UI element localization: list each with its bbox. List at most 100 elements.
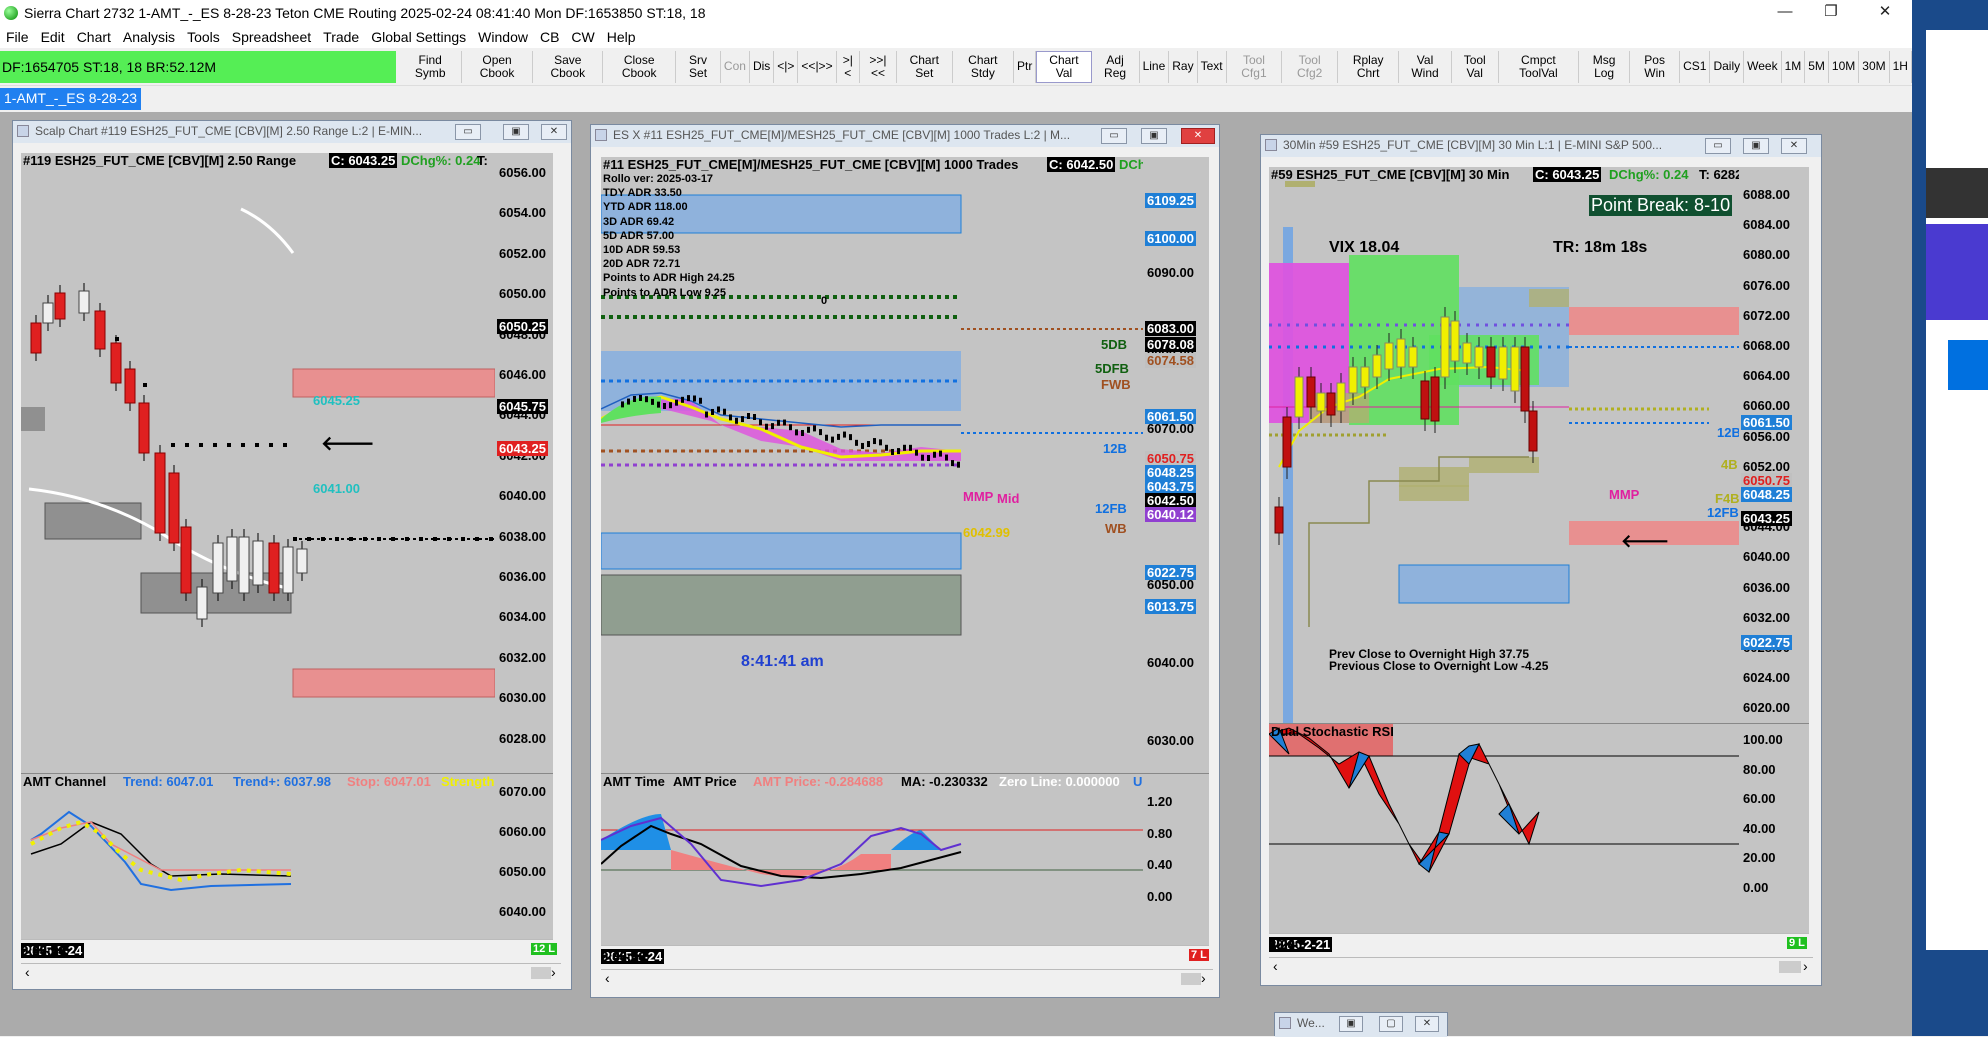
restore-icon[interactable]: ▣ [1141,128,1167,144]
close-chartbook-button[interactable]: Close Cbook [603,50,677,83]
menu-edit[interactable]: Edit [35,29,71,45]
price-scale[interactable]: 6090.006080.006070.006060.006050.006040.… [1143,157,1209,982]
menu-tools[interactable]: Tools [181,29,226,45]
pointer-button[interactable]: Ptr [1014,50,1037,83]
scroll-button-4[interactable]: >>|<< [860,50,897,83]
price-tick-mark [897,448,900,455]
minimize-icon[interactable]: ▭ [1705,138,1731,154]
30m-button[interactable]: 30M [1859,50,1890,83]
5m-button[interactable]: 5M [1805,50,1829,83]
scroll-thumb[interactable] [1779,961,1801,973]
amt-time-subgraph[interactable]: AMT Time AMT Price AMT Price: -0.284688 … [601,773,1143,945]
window-caption[interactable]: 30Min #59 ESH25_FUT_CME [CBV][M] 30 Min … [1261,135,1821,157]
candle [1396,338,1406,368]
menu-global-settings[interactable]: Global Settings [365,29,472,45]
restore-icon[interactable]: ▣ [503,124,529,140]
maximize-icon[interactable]: ❐ [1808,0,1854,26]
last-price-tag: C: 6043.25 [1533,167,1602,182]
restore-icon[interactable]: ▣ [1339,1016,1363,1032]
cs1-button[interactable]: CS1 [1680,50,1711,83]
compact-tool-values-button[interactable]: Cmpct ToolVal [1499,50,1579,83]
price-plot[interactable]: #59 ESH25_FUT_CME [CBV][M] 30 Min C: 604… [1269,167,1739,723]
daily-button[interactable]: Daily [1710,50,1745,83]
price-tick: 6050.00 [499,864,546,879]
minimize-icon[interactable]: ▭ [455,124,481,140]
open-chartbook-button[interactable]: Open Cbook [462,50,534,83]
minimized-window[interactable]: We... ▣ ▢ ✕ [1274,1012,1448,1037]
menu-analysis[interactable]: Analysis [117,29,181,45]
text-tool-button[interactable]: Text [1198,50,1227,83]
maximize-icon[interactable]: ▢ [1379,1016,1403,1032]
scroll-thumb[interactable] [1181,973,1201,985]
1m-button[interactable]: 1M [1782,50,1806,83]
find-symbol-button[interactable]: Find Symb [400,50,462,83]
level-label-b: 6041.00 [313,481,360,496]
scroll-button-3[interactable]: >|< [837,50,861,83]
scroll-button-2[interactable]: <<|>> [798,50,837,83]
close-icon[interactable]: ✕ [541,124,567,140]
menu-cw[interactable]: CW [565,29,600,45]
connect-button[interactable]: Con [721,50,750,83]
menu-file[interactable]: File [0,29,35,45]
menu-chart[interactable]: Chart [71,29,117,45]
price-scale[interactable]: 6056.00 6054.00 6052.00 6050.00 6048.00 6046.… [495,153,553,773]
horizontal-scrollbar[interactable]: ‹ › [1269,957,1813,977]
horizontal-scrollbar[interactable]: ‹ › [601,969,1213,989]
menu-window[interactable]: Window [472,29,534,45]
minimize-icon[interactable]: ▭ [1101,128,1127,144]
menu-spreadsheet[interactable]: Spreadsheet [226,29,317,45]
tool-values-button[interactable]: Tool Val [1452,50,1499,83]
price-tick: 6090.00 [1147,265,1194,280]
window-caption[interactable]: ES X #11 ESH25_FUT_CME[M]/MESH25_FUT_CME… [591,125,1219,147]
message-log-button[interactable]: Msg Log [1579,50,1631,83]
replay-chart-button[interactable]: Rplay Chrt [1338,50,1400,83]
menu-trade[interactable]: Trade [317,29,365,45]
chartbook-tab[interactable]: 1-AMT_-_ES 8-28-23 [0,88,142,110]
amt-channel-subgraph[interactable]: AMT Channel Trend: 6047.01 Trend+: 6037.… [21,773,495,939]
compose-button[interactable] [1948,340,1988,390]
restore-icon[interactable]: ▣ [1743,138,1769,154]
price-tick: 6072.00 [1743,307,1790,323]
candle [1294,376,1304,418]
minimize-icon[interactable]: — [1762,0,1808,26]
scroll-thumb[interactable] [531,967,551,979]
position-window-button[interactable]: Pos Win [1630,50,1681,83]
price-tick: 6034.00 [499,609,546,625]
horizontal-scrollbar[interactable]: ‹ › [21,963,561,983]
10m-button[interactable]: 10M [1829,50,1860,83]
save-chartbook-button[interactable]: Save Cbook [533,50,604,83]
price-tick: 40.00 [1743,820,1776,836]
tool-config1-button[interactable]: Tool Cfg1 [1227,50,1283,83]
t-label: T: [477,153,488,168]
window-caption[interactable]: Scalp Chart #119 ESH25_FUT_CME [CBV][M] … [13,121,571,143]
1h-button[interactable]: 1H [1890,50,1912,83]
candle [1440,316,1450,378]
adjust-region-button[interactable]: Adj Reg [1092,50,1140,83]
chart-settings-button[interactable]: Chart Set [897,50,953,83]
dual-stoch-rsi-subgraph[interactable]: Dual Stochastic RSI [1269,723,1739,933]
line-tool-button[interactable]: Line [1140,50,1170,83]
values-window-button[interactable]: Val Wind [1399,50,1452,83]
week-button[interactable]: Week [1744,50,1782,83]
menu-cb[interactable]: CB [534,29,565,45]
tool-config2-button[interactable]: Tool Cfg2 [1282,50,1338,83]
server-settings-button[interactable]: Srv Set [676,50,721,83]
home-button[interactable] [1926,168,1988,218]
price-plot[interactable]: #11 ESH25_FUT_CME[M]/MESH25_FUT_CME [CBV… [601,157,1143,773]
close-icon[interactable]: ✕ [1415,1016,1439,1032]
price-plot[interactable]: #119 ESH25_FUT_CME [CBV][M] 2.50 Range C… [21,153,495,773]
caption-text: 30Min #59 ESH25_FUT_CME [CBV][M] 30 Min … [1283,138,1663,152]
disconnect-button[interactable]: Dis [750,50,775,83]
scroll-button-1[interactable]: <|> [774,50,799,83]
price-tick-mark [681,396,684,403]
close-icon[interactable]: ✕ [1181,128,1215,144]
menu-help[interactable]: Help [601,29,642,45]
chart-studies-button[interactable]: Chart Stdy [953,50,1015,83]
sub-name: AMT Time [603,774,665,789]
close-icon[interactable]: ✕ [1781,138,1807,154]
candle [1498,346,1508,380]
chart-values-button[interactable]: Chart Val [1036,50,1092,83]
close-icon[interactable]: ✕ [1862,0,1908,26]
price-scale[interactable]: 6088.00 6084.00 6080.00 6076.00 6072.00 6068.… [1739,167,1809,723]
ray-tool-button[interactable]: Ray [1169,50,1198,83]
